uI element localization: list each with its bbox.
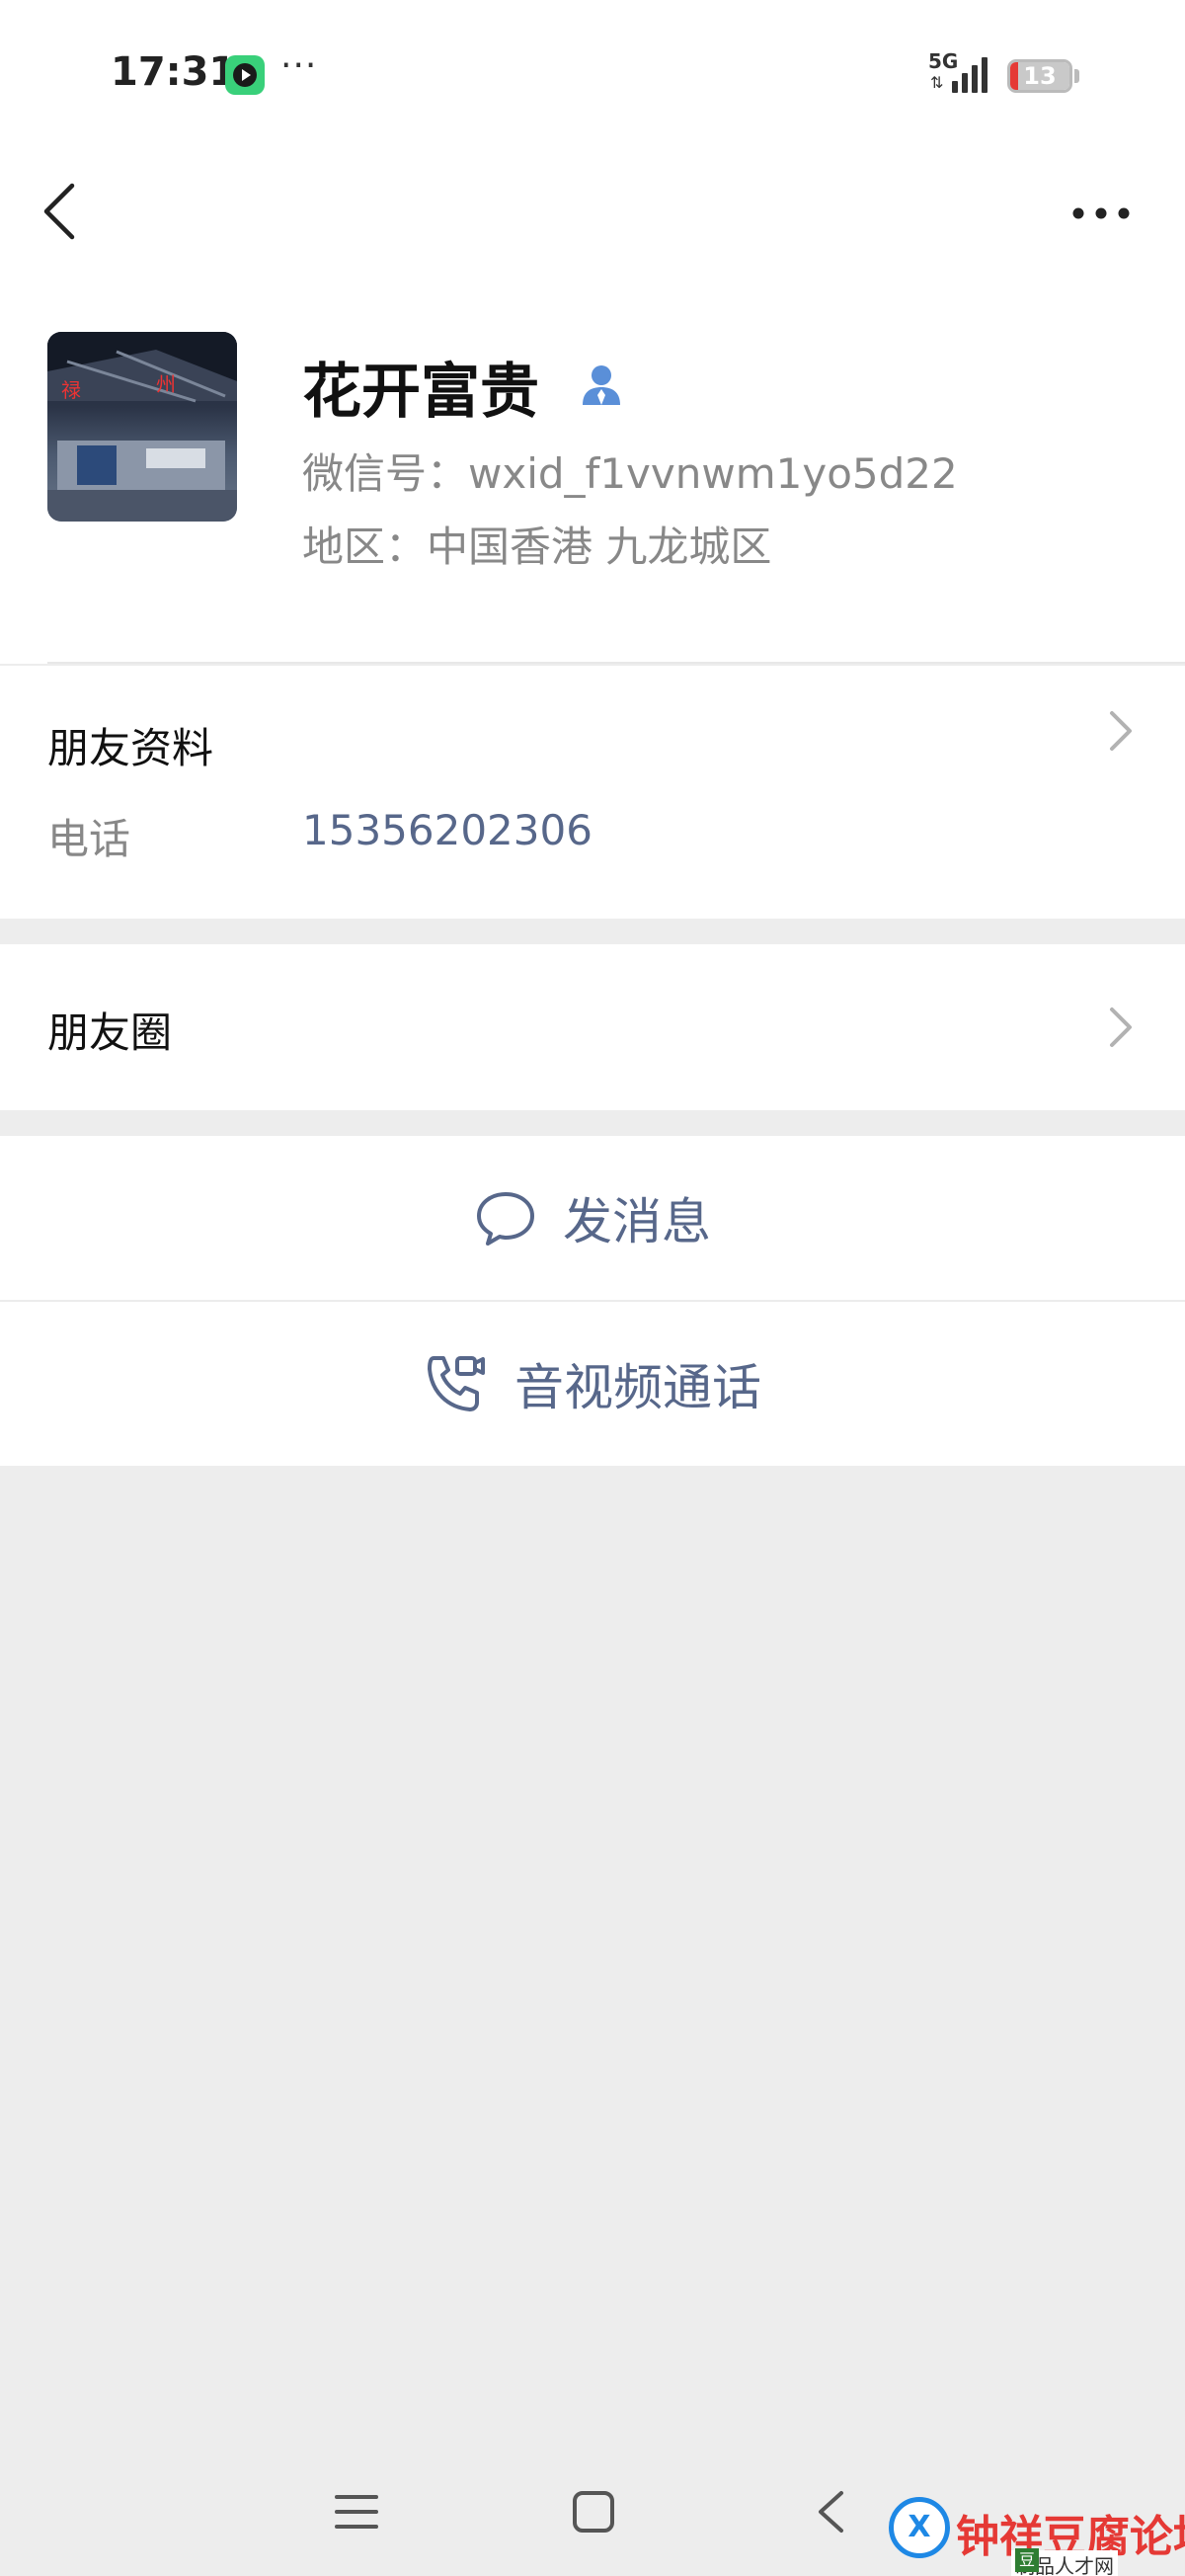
wechat-id: 微信号：wxid_f1vvnwm1yo5d22 [302,449,958,498]
avatar[interactable]: 禄 州 [47,332,237,522]
send-message-button[interactable]: 发消息 [0,1136,1185,1300]
data-activity-icon: ⇅ [930,73,944,92]
divider [47,662,1185,664]
menu-icon [335,2495,378,2529]
video-app-icon [225,55,265,95]
moments-title: 朋友圈 [47,1008,173,1057]
watermark-badge: 豆 [1015,2548,1039,2572]
recent-apps-button[interactable] [312,2467,401,2556]
more-options-button[interactable] [1066,184,1136,243]
back-button[interactable] [30,176,89,247]
svg-text:州: 州 [156,372,176,396]
battery-icon: 13 [1007,59,1072,93]
chat-bubble-icon [477,1192,534,1246]
friend-info-title: 朋友资料 [47,724,214,772]
svg-text:禄: 禄 [61,378,81,402]
back-triangle-icon [819,2491,843,2533]
more-horizontal-icon [1072,207,1130,219]
more-notifications-icon: ··· [280,45,318,86]
user-verified-icon [583,365,620,405]
moments-row[interactable]: 朋友圈 [0,944,1185,1110]
system-back-button[interactable] [786,2467,875,2556]
status-bar: 17:31 ··· 5G ⇅ 13 [0,0,1185,148]
watermark-logo: X [889,2497,950,2558]
contact-name: 花开富贵 [302,358,539,427]
phone-label: 电话 [47,815,131,863]
av-call-button[interactable]: 音视频通话 [0,1302,1185,1466]
chevron-left-icon [43,183,75,240]
home-button[interactable] [549,2467,638,2556]
chevron-right-icon [1110,711,1132,751]
forum-watermark: X 钟祥豆腐论坛 制品人才网 豆 [885,2493,1185,2576]
profile-card: 禄 州 花开富贵 微信号：wxid_f1vvnwm1yo5d22 地区：中国香港… [0,277,1185,664]
chevron-right-icon [1110,1007,1132,1047]
send-message-label: 发消息 [563,1193,711,1250]
friend-info-section[interactable]: 朋友资料 电话 15356202306 [0,666,1185,919]
status-time: 17:31 [111,49,237,95]
battery-level: 13 [1023,62,1057,90]
phone-number-link[interactable]: 15356202306 [302,806,592,854]
signal-icon [952,55,991,93]
phone-video-icon [428,1356,485,1411]
av-call-label: 音视频通话 [514,1359,761,1416]
top-nav [0,148,1185,277]
region: 地区：中国香港 九龙城区 [302,523,772,571]
home-square-icon [573,2491,614,2533]
